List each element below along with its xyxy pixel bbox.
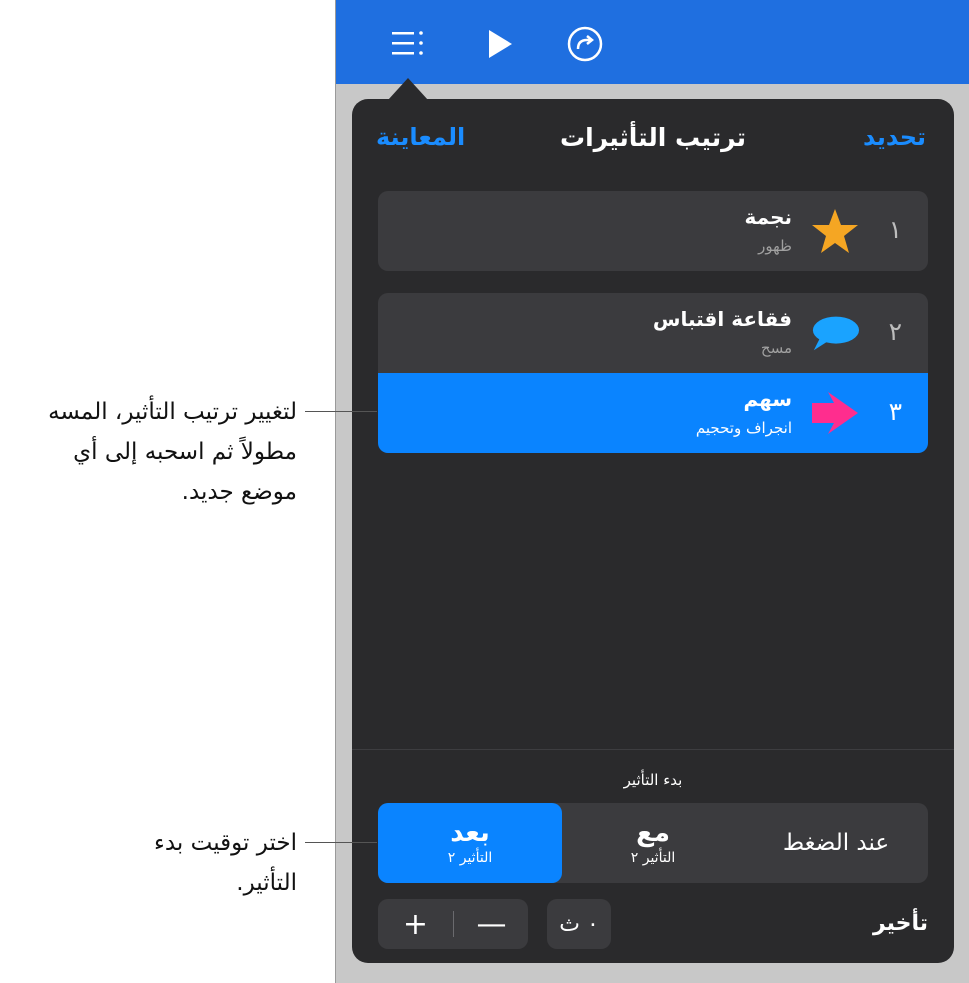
option-title: عند الضغط — [782, 830, 890, 856]
option-title: بعد — [450, 818, 490, 848]
start-effect-label: بدء التأثير — [623, 771, 683, 789]
effect-type: انجراف وتحجيم — [695, 419, 792, 437]
speech-bubble-icon — [810, 311, 860, 355]
callout-timing: اختر توقيت بدء التأثير. — [154, 823, 297, 903]
option-subtitle: التأثير ٢ — [630, 850, 676, 866]
callout-leader-reorder — [305, 411, 377, 412]
delay-label: تأخير — [872, 911, 928, 936]
play-icon[interactable] — [480, 24, 520, 64]
start-on-tap-option[interactable]: عند الضغط — [744, 803, 928, 883]
effect-name: سهم — [743, 387, 792, 411]
callout-line-3: موضع جديد. — [181, 479, 297, 505]
effect-row-selected[interactable]: ٣ سهم انجراف وتحجيم — [378, 373, 928, 453]
toolbar — [336, 0, 969, 84]
option-title: مع — [636, 818, 670, 848]
increment-button[interactable]: + — [378, 899, 453, 949]
divider — [352, 749, 954, 750]
delay-value[interactable]: ٠ ث — [547, 899, 611, 949]
effect-number: ٢ — [888, 317, 902, 346]
arrow-icon — [810, 391, 860, 435]
effect-type: مسح — [760, 339, 792, 357]
effect-type: ظهور — [758, 237, 792, 255]
callout-leader-timing — [305, 842, 377, 843]
callout-line-2: التأثير. — [236, 870, 297, 896]
effect-name: نجمة — [744, 205, 792, 229]
preview-button[interactable]: المعاينة — [376, 123, 465, 151]
star-icon — [810, 209, 860, 253]
popover-arrow — [388, 78, 428, 100]
start-segmented-control: عند الضغط مع التأثير ٢ بعد التأثير ٢ — [378, 803, 928, 883]
effect-number: ٣ — [888, 397, 902, 426]
list-icon[interactable] — [388, 24, 428, 64]
delay-stepper: + — — [378, 899, 528, 949]
redo-icon[interactable] — [565, 24, 605, 64]
select-button[interactable]: تحديد — [863, 123, 926, 151]
callout-line-1: اختر توقيت بدء — [154, 830, 297, 856]
start-with-option[interactable]: مع التأثير ٢ — [562, 803, 744, 883]
option-subtitle: التأثير ٢ — [447, 850, 493, 866]
callout-line-2: مطولاً ثم اسحبه إلى أي — [73, 439, 297, 465]
callout-reorder: لتغيير ترتيب التأثير، المسه مطولاً ثم اس… — [48, 392, 297, 512]
effect-number: ١ — [888, 215, 902, 244]
effect-name: فقاعة اقتباس — [652, 307, 792, 331]
callout-line-1: لتغيير ترتيب التأثير، المسه — [48, 399, 297, 425]
effect-row[interactable]: ٢ فقاعة اقتباس مسح — [378, 293, 928, 373]
decrement-button[interactable]: — — [454, 899, 529, 949]
effect-row[interactable]: ١ نجمة ظهور — [378, 191, 928, 271]
start-after-option[interactable]: بعد التأثير ٢ — [378, 803, 562, 883]
animation-order-popover: ترتيب التأثيرات المعاينة تحديد ١ نجمة ظه… — [352, 99, 954, 963]
